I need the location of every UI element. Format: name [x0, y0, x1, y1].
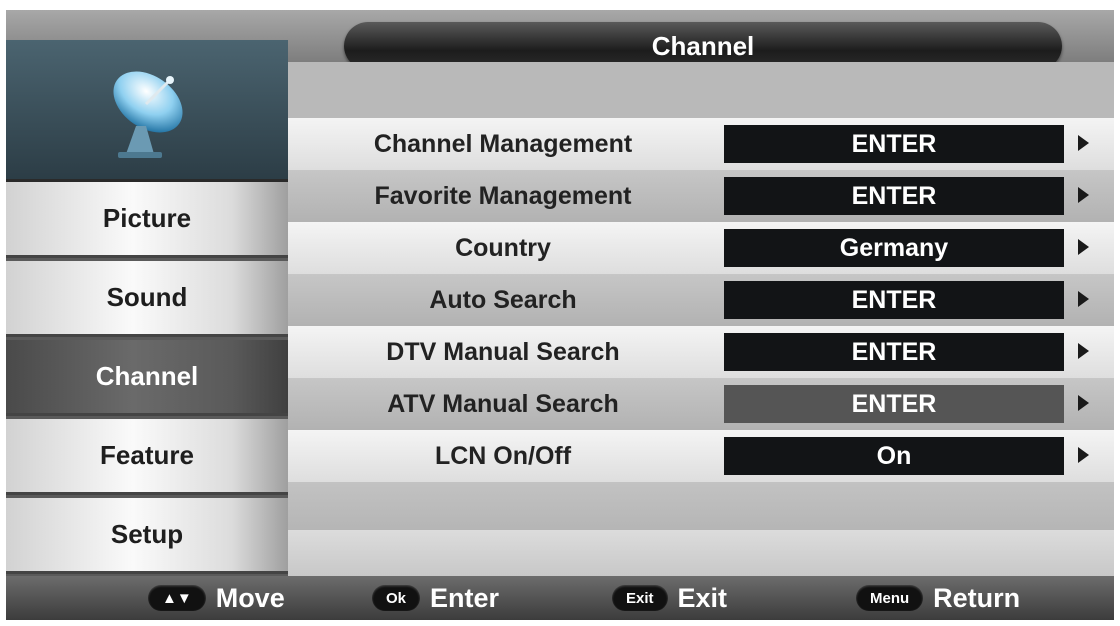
setting-label: Country: [455, 233, 551, 262]
ok-key-icon: Ok: [372, 585, 421, 611]
setting-label: LCN On/Off: [434, 441, 572, 470]
sidebar-item-channel[interactable]: Channel: [6, 340, 288, 416]
arrow-right-icon[interactable]: [1078, 239, 1089, 255]
arrow-keys-icon: ▲▼: [148, 585, 206, 611]
hint-return: Menu Return: [856, 576, 1020, 620]
hint-label: Exit: [677, 582, 728, 613]
setting-label: ATV Manual Search: [387, 389, 619, 418]
arrow-right-icon[interactable]: [1078, 135, 1089, 151]
setting-value-box[interactable]: ENTER: [724, 385, 1064, 423]
key-hint-bar: ▲▼ Move Ok Enter Exit Exit Menu Return: [6, 576, 1114, 620]
sidebar-item-setup[interactable]: Setup: [6, 498, 288, 574]
sidebar-item-picture[interactable]: Picture: [6, 182, 288, 258]
empty-rows-area: [288, 482, 1114, 576]
setting-row-atv-manual-search[interactable]: ATV Manual Search ENTER: [288, 378, 1114, 430]
settings-panel: Channel Management ENTER Favorite Manage…: [288, 62, 1114, 576]
sidebar-item-sound[interactable]: Sound: [6, 261, 288, 337]
setting-value-box[interactable]: ENTER: [724, 125, 1064, 163]
hint-label: Return: [933, 582, 1021, 613]
sidebar-item-feature[interactable]: Feature: [6, 419, 288, 495]
exit-key-icon: Exit: [612, 585, 668, 611]
tv-osd-menu: Channel Picture Sound Channel Feature Se…: [6, 10, 1114, 620]
arrow-right-icon[interactable]: [1078, 343, 1089, 359]
setting-row-channel-management[interactable]: Channel Management ENTER: [288, 118, 1114, 170]
setting-label: DTV Manual Search: [386, 337, 620, 366]
sidebar: Picture Sound Channel Feature Setup: [6, 40, 288, 576]
arrow-right-icon[interactable]: [1078, 447, 1089, 463]
arrow-right-icon[interactable]: [1078, 291, 1089, 307]
setting-label: Favorite Management: [374, 181, 632, 210]
setting-label: Channel Management: [373, 129, 633, 158]
settings-list: Channel Management ENTER Favorite Manage…: [288, 118, 1114, 482]
setting-label: Auto Search: [429, 285, 577, 314]
hint-label: Move: [215, 582, 285, 613]
arrow-right-icon[interactable]: [1078, 395, 1089, 411]
setting-row-dtv-manual-search[interactable]: DTV Manual Search ENTER: [288, 326, 1114, 378]
setting-value-box[interactable]: ENTER: [724, 177, 1064, 215]
setting-row-lcn-on-off[interactable]: LCN On/Off On: [288, 430, 1114, 482]
setting-value-box[interactable]: On: [724, 437, 1064, 475]
setting-value-box[interactable]: ENTER: [724, 333, 1064, 371]
hint-enter: Ok Enter: [372, 576, 499, 620]
setting-row-favorite-management[interactable]: Favorite Management ENTER: [288, 170, 1114, 222]
hint-move: ▲▼ Move: [148, 576, 285, 620]
hint-label: Enter: [430, 582, 500, 613]
hint-exit: Exit Exit: [612, 576, 727, 620]
setting-row-country[interactable]: Country Germany: [288, 222, 1114, 274]
arrow-right-icon[interactable]: [1078, 187, 1089, 203]
setting-value-box[interactable]: ENTER: [724, 281, 1064, 319]
satellite-dish-icon: [113, 71, 183, 158]
setting-row-auto-search[interactable]: Auto Search ENTER: [288, 274, 1114, 326]
category-icon-tile: [6, 40, 288, 182]
setting-value-box[interactable]: Germany: [724, 229, 1064, 267]
menu-key-icon: Menu: [856, 585, 924, 611]
